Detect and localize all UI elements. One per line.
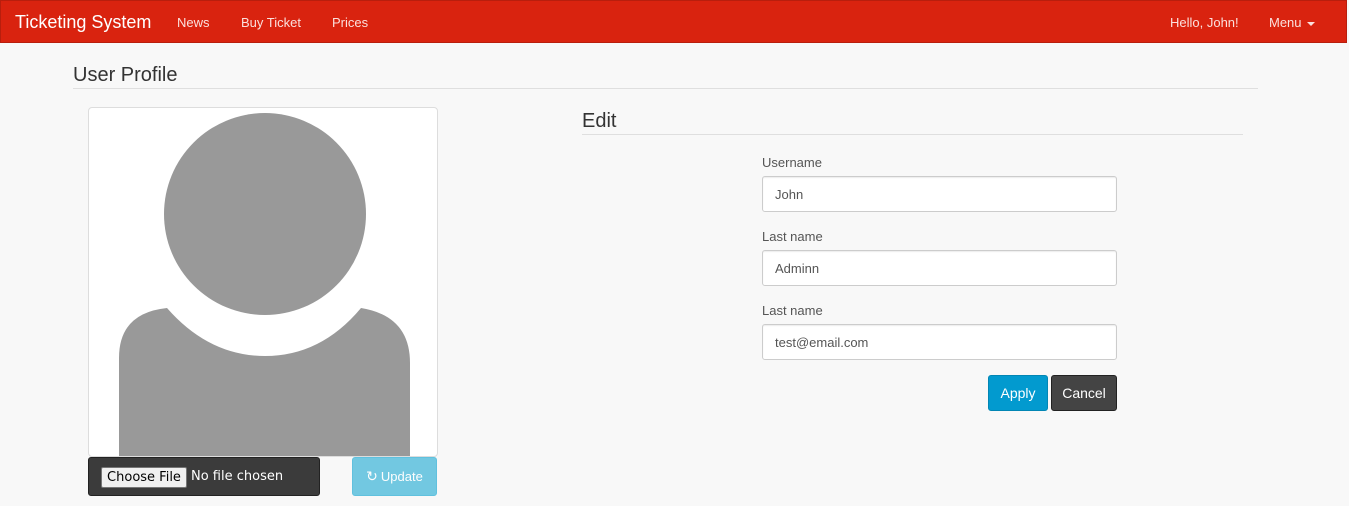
- apply-button[interactable]: Apply: [988, 375, 1048, 411]
- username-label: Username: [762, 155, 822, 170]
- caret-down-icon: [1306, 21, 1315, 26]
- update-button[interactable]: ↻ Update: [352, 457, 437, 496]
- last-name-input[interactable]: [762, 250, 1117, 286]
- default-user-icon: [119, 113, 410, 456]
- menu-label: Menu: [1269, 15, 1302, 30]
- nav-prices[interactable]: Prices: [332, 15, 368, 31]
- title-divider: [73, 88, 1258, 89]
- refresh-icon: ↻: [366, 468, 378, 484]
- menu-dropdown[interactable]: Menu: [1269, 15, 1315, 31]
- email-label: Last name: [762, 303, 823, 318]
- edit-divider: [582, 134, 1243, 135]
- nav-buy-ticket[interactable]: Buy Ticket: [241, 15, 301, 31]
- avatar-image: [88, 107, 438, 457]
- user-greeting[interactable]: Hello, John!: [1170, 15, 1239, 31]
- email-input[interactable]: [762, 324, 1117, 360]
- cancel-button[interactable]: Cancel: [1051, 375, 1117, 411]
- edit-title: Edit: [582, 110, 617, 132]
- navbar: Ticketing System News Buy Ticket Prices …: [0, 0, 1347, 43]
- brand-link[interactable]: Ticketing System: [15, 12, 151, 32]
- page-title: User Profile: [73, 64, 178, 86]
- username-input[interactable]: [762, 176, 1117, 212]
- file-input[interactable]: Choose File No file chosen: [88, 457, 320, 496]
- choose-file-button[interactable]: Choose File: [101, 467, 187, 488]
- file-status: No file chosen: [191, 469, 284, 484]
- nav-news[interactable]: News: [177, 15, 210, 31]
- update-label: Update: [380, 469, 423, 484]
- last-name-label: Last name: [762, 229, 823, 244]
